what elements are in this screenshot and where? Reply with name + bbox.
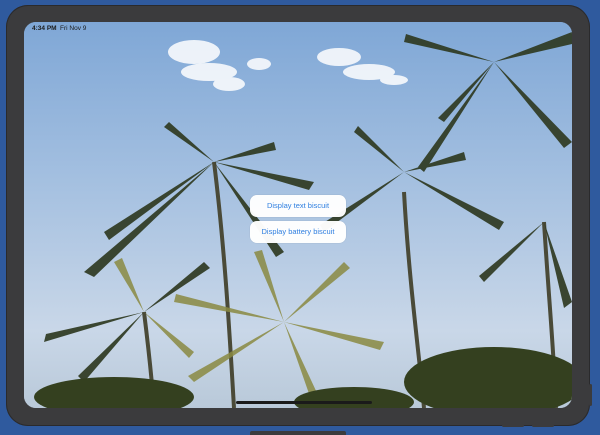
- desktop-background: 4:34 PM Fri Nov 9 Display text biscuit D…: [0, 0, 600, 435]
- top-hardware-button[interactable]: [250, 431, 346, 435]
- display-text-biscuit-button[interactable]: Display text biscuit: [250, 195, 346, 217]
- status-time: 4:34 PM: [32, 25, 57, 32]
- ipad-screen: 4:34 PM Fri Nov 9 Display text biscuit D…: [24, 22, 572, 408]
- home-indicator-icon[interactable]: [236, 401, 372, 404]
- display-battery-biscuit-button[interactable]: Display battery biscuit: [250, 221, 346, 243]
- status-date: Fri Nov 9: [60, 25, 87, 32]
- volume-down-hardware-button[interactable]: [532, 424, 554, 427]
- side-hardware-button[interactable]: [589, 384, 592, 406]
- volume-up-hardware-button[interactable]: [502, 424, 524, 427]
- status-bar: 4:34 PM Fri Nov 9: [24, 22, 572, 38]
- ipad-device-frame: 4:34 PM Fri Nov 9 Display text biscuit D…: [6, 5, 590, 426]
